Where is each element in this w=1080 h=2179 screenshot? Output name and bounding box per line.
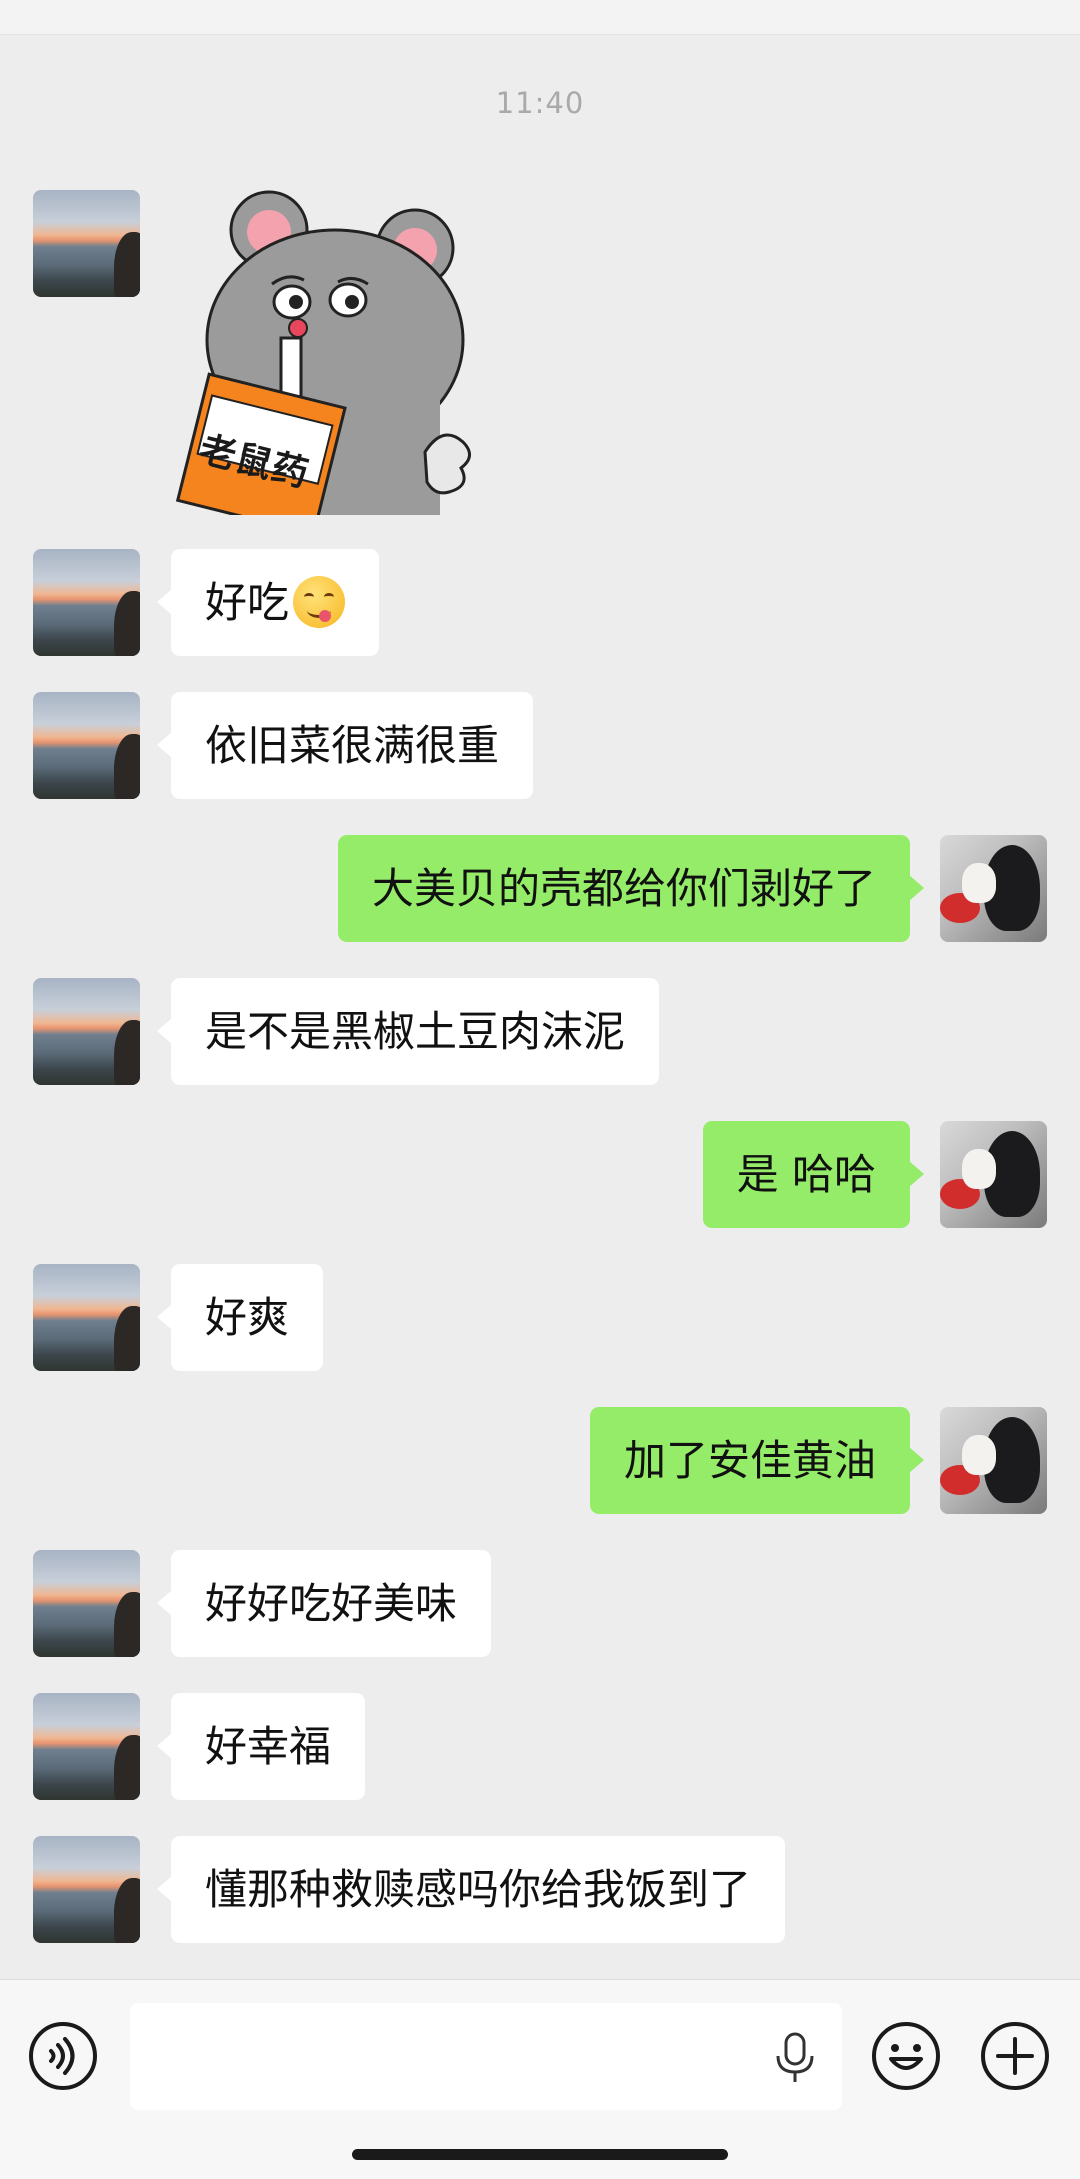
plus-icon <box>996 2037 1034 2075</box>
message-row: 大美贝的壳都给你们剥好了 <box>0 835 1080 945</box>
contact-avatar[interactable] <box>33 1264 140 1371</box>
message-text: 好爽 <box>205 1293 290 1342</box>
message-text: 好幸福 <box>205 1722 332 1771</box>
chat-area[interactable]: 11:40 老鼠药 好吃 依旧菜很满很重 大美贝的壳都给你们剥好了 是不是黑椒土… <box>0 0 1080 1978</box>
message-bubble[interactable]: 好幸福 <box>156 1693 366 1800</box>
message-row: 是不是黑椒土豆肉沫泥 <box>0 978 1080 1088</box>
message-bubble[interactable]: 好吃 <box>156 549 380 656</box>
message-row: 懂那种救赎感吗你给我饭到了 <box>0 1836 1080 1946</box>
message-row: 好幸福 <box>0 1693 1080 1803</box>
emoji-icon <box>889 2044 923 2070</box>
message-bubble[interactable]: 好好吃好美味 <box>156 1550 492 1657</box>
message-timestamp: 11:40 <box>495 86 585 120</box>
contact-avatar[interactable] <box>33 190 140 297</box>
message-input[interactable] <box>130 2003 842 2110</box>
contact-avatar[interactable] <box>33 1836 140 1943</box>
message-text: 懂那种救赎感吗你给我饭到了 <box>205 1865 752 1914</box>
more-button[interactable] <box>981 2022 1049 2090</box>
message-text: 是 哈哈 <box>736 1150 876 1199</box>
message-row: 加了安佳黄油 <box>0 1407 1080 1517</box>
message-bubble[interactable]: 依旧菜很满很重 <box>156 692 534 799</box>
message-row: 好爽 <box>0 1264 1080 1374</box>
message-row: 好好吃好美味 <box>0 1550 1080 1660</box>
message-bubble[interactable]: 懂那种救赎感吗你给我饭到了 <box>156 1836 786 1943</box>
message-text: 大美贝的壳都给你们剥好了 <box>371 864 876 913</box>
contact-avatar[interactable] <box>33 1693 140 1800</box>
message-bubble[interactable]: 大美贝的壳都给你们剥好了 <box>337 835 925 942</box>
message-text: 加了安佳黄油 <box>623 1436 876 1485</box>
contact-avatar[interactable] <box>33 692 140 799</box>
message-bubble[interactable]: 好爽 <box>156 1264 324 1371</box>
voice-icon <box>49 2037 75 2075</box>
message-text: 是不是黑椒土豆肉沫泥 <box>205 1007 626 1056</box>
input-bar <box>0 1979 1080 2179</box>
contact-avatar[interactable] <box>33 1550 140 1657</box>
message-row: 好吃 <box>0 549 1080 659</box>
my-avatar[interactable] <box>940 835 1047 942</box>
message-text: 好好吃好美味 <box>205 1579 458 1628</box>
contact-avatar[interactable] <box>33 549 140 656</box>
mic-icon[interactable] <box>770 2028 820 2088</box>
sticker-message <box>0 190 1080 300</box>
message-row: 是 哈哈 <box>0 1121 1080 1231</box>
voice-button[interactable] <box>29 2022 97 2090</box>
message-row: 依旧菜很满很重 <box>0 692 1080 802</box>
contact-avatar[interactable] <box>33 978 140 1085</box>
message-bubble[interactable]: 是 哈哈 <box>702 1121 925 1228</box>
my-avatar[interactable] <box>940 1407 1047 1514</box>
my-avatar[interactable] <box>940 1121 1047 1228</box>
message-text: 好吃 <box>205 578 290 627</box>
home-indicator <box>352 2149 728 2160</box>
message-bubble[interactable]: 加了安佳黄油 <box>589 1407 925 1514</box>
message-text: 依旧菜很满很重 <box>205 721 500 770</box>
message-bubble[interactable]: 是不是黑椒土豆肉沫泥 <box>156 978 660 1085</box>
emoji-button[interactable] <box>872 2022 940 2090</box>
yummy-face-emoji-icon <box>293 575 346 628</box>
